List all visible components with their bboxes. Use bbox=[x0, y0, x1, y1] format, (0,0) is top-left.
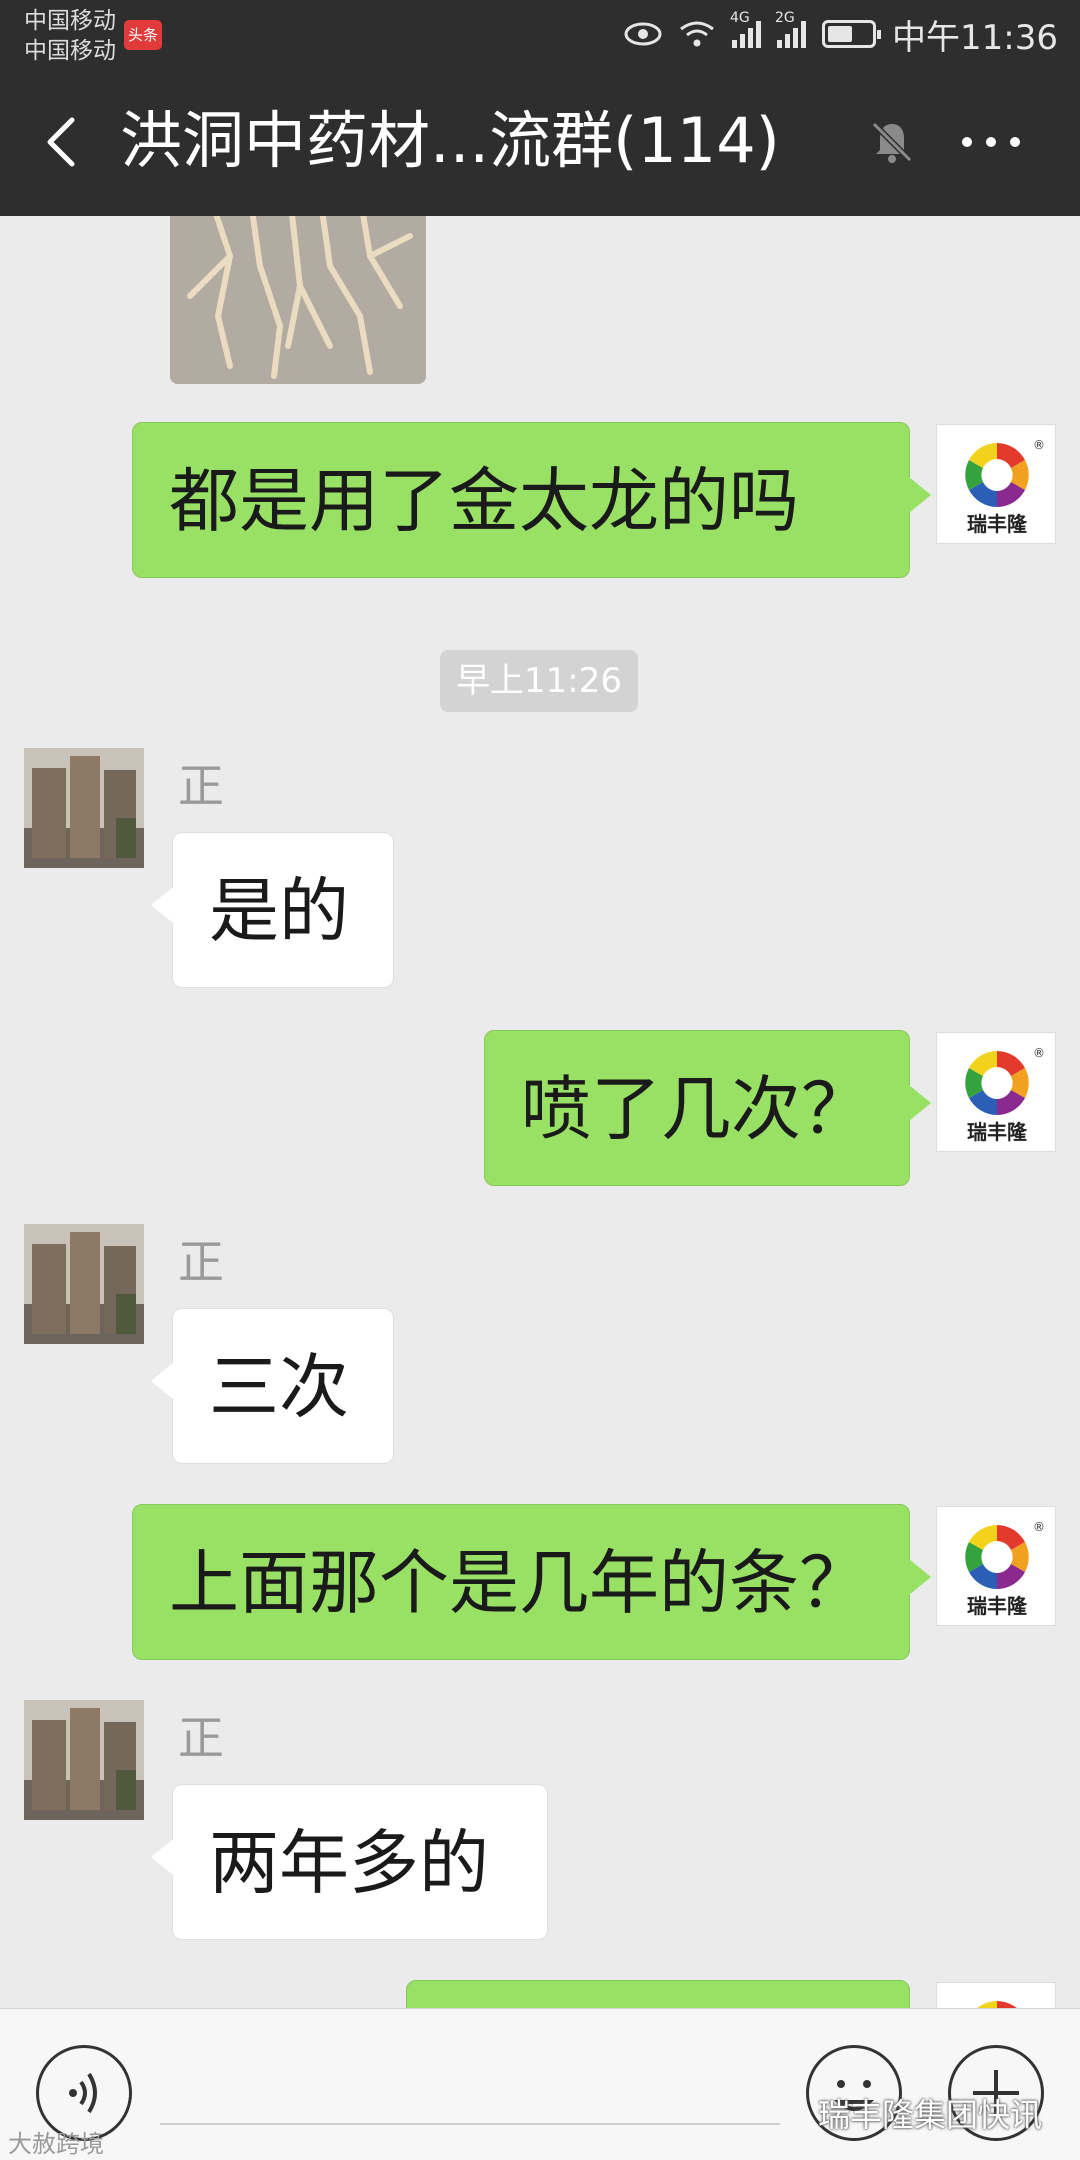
registered-mark: ® bbox=[1033, 438, 1045, 452]
signal-2g-icon: 2G bbox=[775, 10, 807, 48]
contact-avatar[interactable] bbox=[24, 748, 144, 868]
eye-icon bbox=[624, 22, 662, 46]
my-message-bubble[interactable]: 喷了几次？ bbox=[484, 1030, 931, 1186]
carrier-1: 中国移动 bbox=[24, 8, 116, 34]
my-message-bubble-partial[interactable] bbox=[406, 1980, 910, 2008]
message-list[interactable]: 都是用了金太龙的吗 ® 瑞丰隆 早上11:26 正 是的 喷了几次？ ® 瑞丰隆… bbox=[0, 216, 1080, 2008]
status-icons: 4G 2G 中午11:36 bbox=[624, 10, 1058, 58]
sender-name: 正 bbox=[178, 1235, 224, 1289]
contact-avatar[interactable] bbox=[24, 1700, 144, 1820]
my-avatar[interactable]: ® 瑞丰隆 bbox=[936, 424, 1056, 544]
wifi-icon bbox=[680, 21, 714, 47]
status-time: 中午11:36 bbox=[892, 17, 1058, 58]
contact-avatar[interactable] bbox=[24, 1224, 144, 1344]
contact-message-bubble[interactable]: 两年多的 bbox=[151, 1784, 548, 1940]
my-avatar-partial[interactable] bbox=[936, 1982, 1056, 2008]
sender-name: 正 bbox=[178, 759, 224, 813]
contact-message-bubble[interactable]: 三次 bbox=[151, 1308, 394, 1464]
watermark-left: 大赦跨境 bbox=[8, 2130, 104, 2158]
message-input[interactable] bbox=[160, 2123, 780, 2125]
bell-off-icon bbox=[871, 121, 913, 163]
logo-text: 瑞丰隆 bbox=[967, 1594, 1028, 1618]
logo-text: 瑞丰隆 bbox=[967, 1120, 1028, 1144]
chat-header: 洪洞中药材...流群(114) bbox=[0, 66, 1080, 216]
network-2g-label: 2G bbox=[775, 10, 795, 26]
time-divider: 早上11:26 bbox=[440, 650, 638, 712]
image-message[interactable] bbox=[170, 216, 426, 384]
logo-text: 瑞丰隆 bbox=[967, 512, 1028, 536]
registered-mark: ® bbox=[1033, 1046, 1045, 1060]
my-avatar[interactable]: ® 瑞丰隆 bbox=[936, 1032, 1056, 1152]
status-bar: 中国移动 中国移动 头条 4G 2G 中午11:36 bbox=[0, 0, 1080, 66]
battery-icon bbox=[822, 20, 882, 48]
sender-name: 正 bbox=[178, 1711, 224, 1765]
input-bar bbox=[0, 2008, 1080, 2160]
toutiao-badge-icon: 头条 bbox=[124, 20, 162, 50]
my-message-bubble[interactable]: 都是用了金太龙的吗 bbox=[132, 422, 931, 578]
group-title[interactable]: 洪洞中药材...流群(114) bbox=[120, 102, 780, 180]
back-icon[interactable] bbox=[38, 114, 86, 170]
network-4g-label: 4G bbox=[730, 10, 750, 26]
registered-mark: ® bbox=[1033, 1520, 1045, 1534]
my-message-bubble[interactable]: 上面那个是几年的条？ bbox=[132, 1504, 931, 1660]
my-avatar[interactable]: ® 瑞丰隆 bbox=[936, 1506, 1056, 1626]
watermark-right: 瑞丰隆集团快讯 bbox=[818, 2096, 1043, 2134]
more-options-button[interactable] bbox=[962, 124, 1032, 160]
signal-4g-icon: 4G bbox=[730, 10, 762, 48]
contact-message-bubble[interactable]: 是的 bbox=[151, 832, 394, 988]
carrier-2: 中国移动 bbox=[24, 38, 116, 64]
